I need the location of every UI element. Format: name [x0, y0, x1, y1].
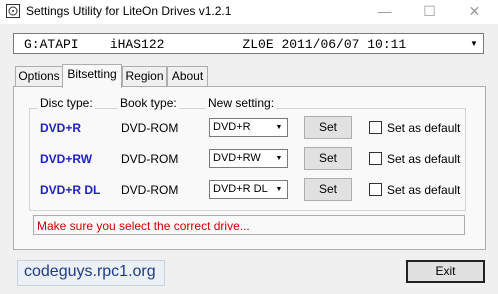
set-button-dvd-r[interactable]: Set	[304, 116, 352, 139]
window-title: Settings Utility for LiteOn Drives v1.2.…	[26, 4, 232, 18]
setting-select-dvd-r-dl[interactable]: DVD+R DL ▼	[209, 180, 288, 199]
book-type-dvd-rw: DVD-ROM	[121, 152, 179, 166]
tab-region[interactable]: Region	[122, 66, 167, 86]
set-default-checkbox-dvd-r-dl[interactable]	[369, 183, 382, 196]
set-button-dvd-rw[interactable]: Set	[304, 147, 352, 170]
set-default-label[interactable]: Set as default	[387, 183, 460, 197]
disc-type-header: Disc type:	[38, 96, 95, 110]
logo-text: codeguys.rpc1.org	[24, 263, 156, 280]
chevron-down-icon[interactable]: ▼	[465, 34, 483, 53]
tab-options[interactable]: Options	[15, 66, 63, 86]
status-message: Make sure you select the correct drive..…	[37, 219, 250, 233]
book-type-dvd-r: DVD-ROM	[121, 121, 179, 135]
setting-select-value: DVD+RW	[213, 152, 261, 164]
book-type-dvd-r-dl: DVD-ROM	[121, 183, 179, 197]
drive-select[interactable]: G:ATAPI iHAS122 ZL0E 2011/06/07 10:11 ▼	[13, 33, 484, 54]
logo-link[interactable]: codeguys.rpc1.org	[17, 260, 165, 286]
set-default-label[interactable]: Set as default	[387, 121, 460, 135]
disc-type-dvd-r: DVD+R	[40, 121, 82, 135]
setting-select-value: DVD+R	[213, 121, 251, 133]
drive-select-value: G:ATAPI iHAS122 ZL0E 2011/06/07 10:11	[24, 37, 407, 52]
disc-type-dvd-rw: DVD+RW	[40, 152, 93, 166]
maximize-button[interactable]: ☐	[407, 0, 452, 24]
set-default-checkbox-dvd-rw[interactable]	[369, 152, 382, 165]
set-button-dvd-r-dl[interactable]: Set	[304, 178, 352, 201]
tab-about[interactable]: About	[167, 66, 208, 86]
tab-bitsetting[interactable]: Bitsetting	[62, 64, 122, 88]
book-type-header: Book type:	[118, 96, 179, 110]
close-button[interactable]: ✕	[452, 0, 497, 24]
app-icon	[6, 4, 20, 18]
set-default-checkbox-dvd-r[interactable]	[369, 121, 382, 134]
disc-type-dvd-r-dl: DVD+R DL	[40, 183, 101, 197]
chevron-down-icon[interactable]: ▼	[271, 119, 287, 136]
status-bar: Make sure you select the correct drive..…	[33, 215, 465, 235]
chevron-down-icon[interactable]: ▼	[271, 150, 287, 167]
setting-select-value: DVD+R DL	[213, 183, 268, 195]
setting-select-dvd-rw[interactable]: DVD+RW ▼	[209, 149, 288, 168]
chevron-down-icon[interactable]: ▼	[271, 181, 287, 198]
minimize-button[interactable]: —	[362, 0, 407, 24]
title-bar: Settings Utility for LiteOn Drives v1.2.…	[0, 0, 498, 24]
setting-select-dvd-r[interactable]: DVD+R ▼	[209, 118, 288, 137]
set-default-label[interactable]: Set as default	[387, 152, 460, 166]
new-setting-header: New setting:	[206, 96, 277, 110]
exit-button[interactable]: Exit	[406, 260, 485, 283]
